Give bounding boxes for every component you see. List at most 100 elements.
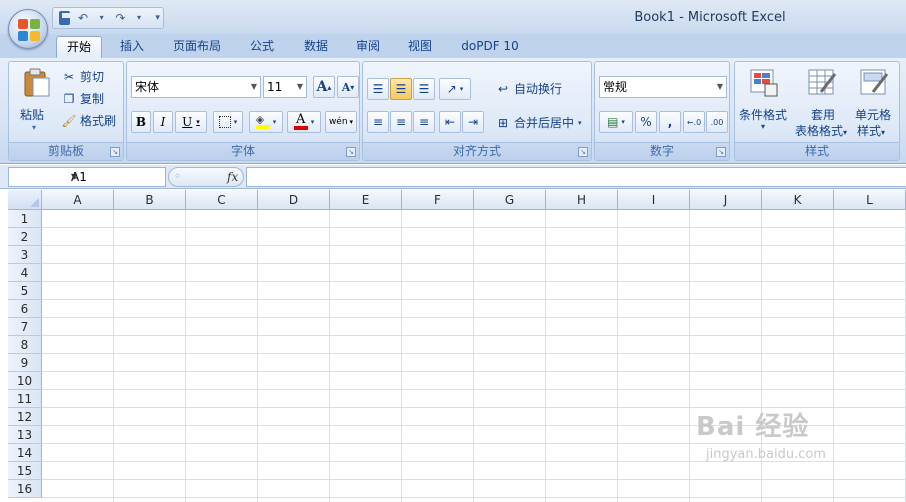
font-name-select[interactable]: 宋体 ▼ — [131, 76, 261, 98]
align-top-button[interactable]: ☰ — [367, 78, 389, 100]
shrink-font-button[interactable]: A ▾ — [337, 76, 359, 98]
row-header[interactable]: 3 — [8, 246, 42, 264]
currency-button[interactable]: ▤ ▾ — [599, 111, 633, 133]
column-header[interactable]: F — [402, 190, 474, 210]
row-header[interactable]: 13 — [8, 426, 42, 444]
undo-dropdown-icon[interactable]: ▾ — [96, 11, 107, 25]
row-header[interactable]: 1 — [8, 210, 42, 228]
column-header[interactable]: B — [114, 190, 186, 210]
select-all-button[interactable] — [8, 190, 42, 210]
underline-button[interactable]: U ▾ — [175, 111, 207, 133]
paste-button[interactable]: 粘贴 ▾ — [13, 66, 59, 138]
row-header[interactable]: 10 — [8, 372, 42, 390]
format-as-table-button[interactable]: 套用 表格格式▾ — [793, 66, 849, 140]
decrease-decimal-button[interactable]: .00 — [706, 111, 728, 133]
redo-icon[interactable]: ↷ — [115, 11, 126, 25]
merge-center-button[interactable]: ⊞ 合并后居中 ▾ — [495, 114, 582, 131]
align-left-button[interactable]: ≡ — [367, 111, 389, 133]
fill-bucket-icon: ◈ — [255, 114, 270, 129]
name-box[interactable]: A1 ▼ — [8, 167, 166, 187]
column-header[interactable]: L — [834, 190, 906, 210]
row-header[interactable]: 5 — [8, 282, 42, 300]
chevron-down-icon[interactable]: ▾ — [578, 119, 582, 127]
format-table-label-2: 表格格式▾ — [795, 124, 848, 138]
column-header[interactable]: C — [186, 190, 258, 210]
font-launcher-icon[interactable]: ↘ — [346, 147, 356, 157]
conditional-format-label: 条件格式 — [739, 108, 788, 122]
increase-decimal-button[interactable]: ←.0 — [683, 111, 705, 133]
phonetic-button[interactable]: wén ▾ — [325, 111, 357, 133]
redo-dropdown-icon[interactable]: ▾ — [134, 11, 145, 25]
tab-dopdf[interactable]: doPDF 10 — [452, 36, 528, 58]
bold-button[interactable]: B — [131, 111, 151, 133]
row-header[interactable]: 2 — [8, 228, 42, 246]
grow-font-button[interactable]: A ▴ — [313, 76, 335, 98]
expand-handle-icon[interactable]: ◦ — [174, 169, 181, 183]
tab-home[interactable]: 开始 — [56, 36, 102, 58]
row-header[interactable]: 4 — [8, 264, 42, 282]
row-header[interactable]: 6 — [8, 300, 42, 318]
formula-input[interactable] — [246, 167, 906, 187]
customize-qat-icon[interactable]: ▾ — [152, 11, 163, 25]
column-header[interactable]: K — [762, 190, 834, 210]
align-bottom-icon: ☰ — [418, 82, 430, 96]
clipboard-group: 粘贴 ▾ ✂ 剪切 ❐ 复制 🖌 格式刷 剪贴板 ↘ — [8, 61, 124, 161]
watermark-logo: Bai 经验 — [696, 412, 810, 442]
align-center-button[interactable]: ≡ — [390, 111, 412, 133]
tab-data[interactable]: 数据 — [294, 36, 338, 58]
row-header[interactable]: 7 — [8, 318, 42, 336]
row-header[interactable]: 14 — [8, 444, 42, 462]
font-color-button[interactable]: A ▾ — [287, 111, 321, 133]
percent-button[interactable]: % — [635, 111, 657, 133]
align-middle-button[interactable]: ☰ — [390, 78, 412, 100]
underline-label: U — [182, 115, 193, 129]
row-header[interactable]: 16 — [8, 480, 42, 498]
format-painter-button[interactable]: 🖌 格式刷 — [61, 112, 116, 129]
undo-icon[interactable]: ↶ — [78, 11, 89, 25]
conditional-format-button[interactable]: 条件格式 ▾ — [737, 66, 793, 140]
cell-styles-button[interactable]: 单元格 样式▾ — [851, 66, 899, 140]
orientation-button[interactable]: ↗ ▾ — [439, 78, 471, 100]
comma-button[interactable]: , — [659, 111, 681, 133]
fill-color-button[interactable]: ◈ ▾ — [249, 111, 283, 133]
wrap-text-button[interactable]: ↩ 自动换行 — [495, 80, 562, 97]
column-header[interactable]: H — [546, 190, 618, 210]
column-header[interactable]: E — [330, 190, 402, 210]
save-icon[interactable] — [59, 11, 70, 25]
column-header[interactable]: A — [42, 190, 114, 210]
alignment-launcher-icon[interactable]: ↘ — [578, 147, 588, 157]
column-header[interactable]: J — [690, 190, 762, 210]
row-header[interactable]: 15 — [8, 462, 42, 480]
number-launcher-icon[interactable]: ↘ — [716, 147, 726, 157]
column-header[interactable]: G — [474, 190, 546, 210]
tab-view[interactable]: 视图 — [398, 36, 442, 58]
ribbon-tabs: 开始 插入 页面布局 公式 数据 审阅 视图 doPDF 10 — [0, 34, 906, 58]
copy-button[interactable]: ❐ 复制 — [61, 90, 104, 107]
number-format-select[interactable]: 常规 ▼ — [599, 76, 727, 98]
align-bottom-button[interactable]: ☰ — [413, 78, 435, 100]
cut-button[interactable]: ✂ 剪切 — [61, 68, 104, 85]
insert-function-icon[interactable]: fx — [227, 170, 238, 184]
row-header[interactable]: 8 — [8, 336, 42, 354]
chevron-down-icon[interactable]: ▼ — [71, 168, 161, 186]
phonetic-icon: wén — [328, 116, 348, 127]
tab-insert[interactable]: 插入 — [110, 36, 154, 58]
italic-button[interactable]: I — [153, 111, 173, 133]
row-header[interactable]: 11 — [8, 390, 42, 408]
column-header[interactable]: I — [618, 190, 690, 210]
font-size-select[interactable]: 11 ▼ — [263, 76, 307, 98]
paste-dropdown-icon[interactable]: ▾ — [32, 123, 36, 132]
tab-review[interactable]: 审阅 — [346, 36, 390, 58]
align-right-button[interactable]: ≡ — [413, 111, 435, 133]
tab-page-layout[interactable]: 页面布局 — [164, 36, 230, 58]
column-header[interactable]: D — [258, 190, 330, 210]
tab-formulas[interactable]: 公式 — [240, 36, 284, 58]
row-header[interactable]: 12 — [8, 408, 42, 426]
clipboard-launcher-icon[interactable]: ↘ — [110, 147, 120, 157]
office-button[interactable] — [8, 9, 48, 49]
row-header[interactable]: 9 — [8, 354, 42, 372]
increase-indent-button[interactable]: ⇥ — [462, 111, 484, 133]
decrease-indent-button[interactable]: ⇤ — [439, 111, 461, 133]
align-middle-icon: ☰ — [395, 82, 407, 96]
borders-button[interactable]: ▾ — [213, 111, 243, 133]
